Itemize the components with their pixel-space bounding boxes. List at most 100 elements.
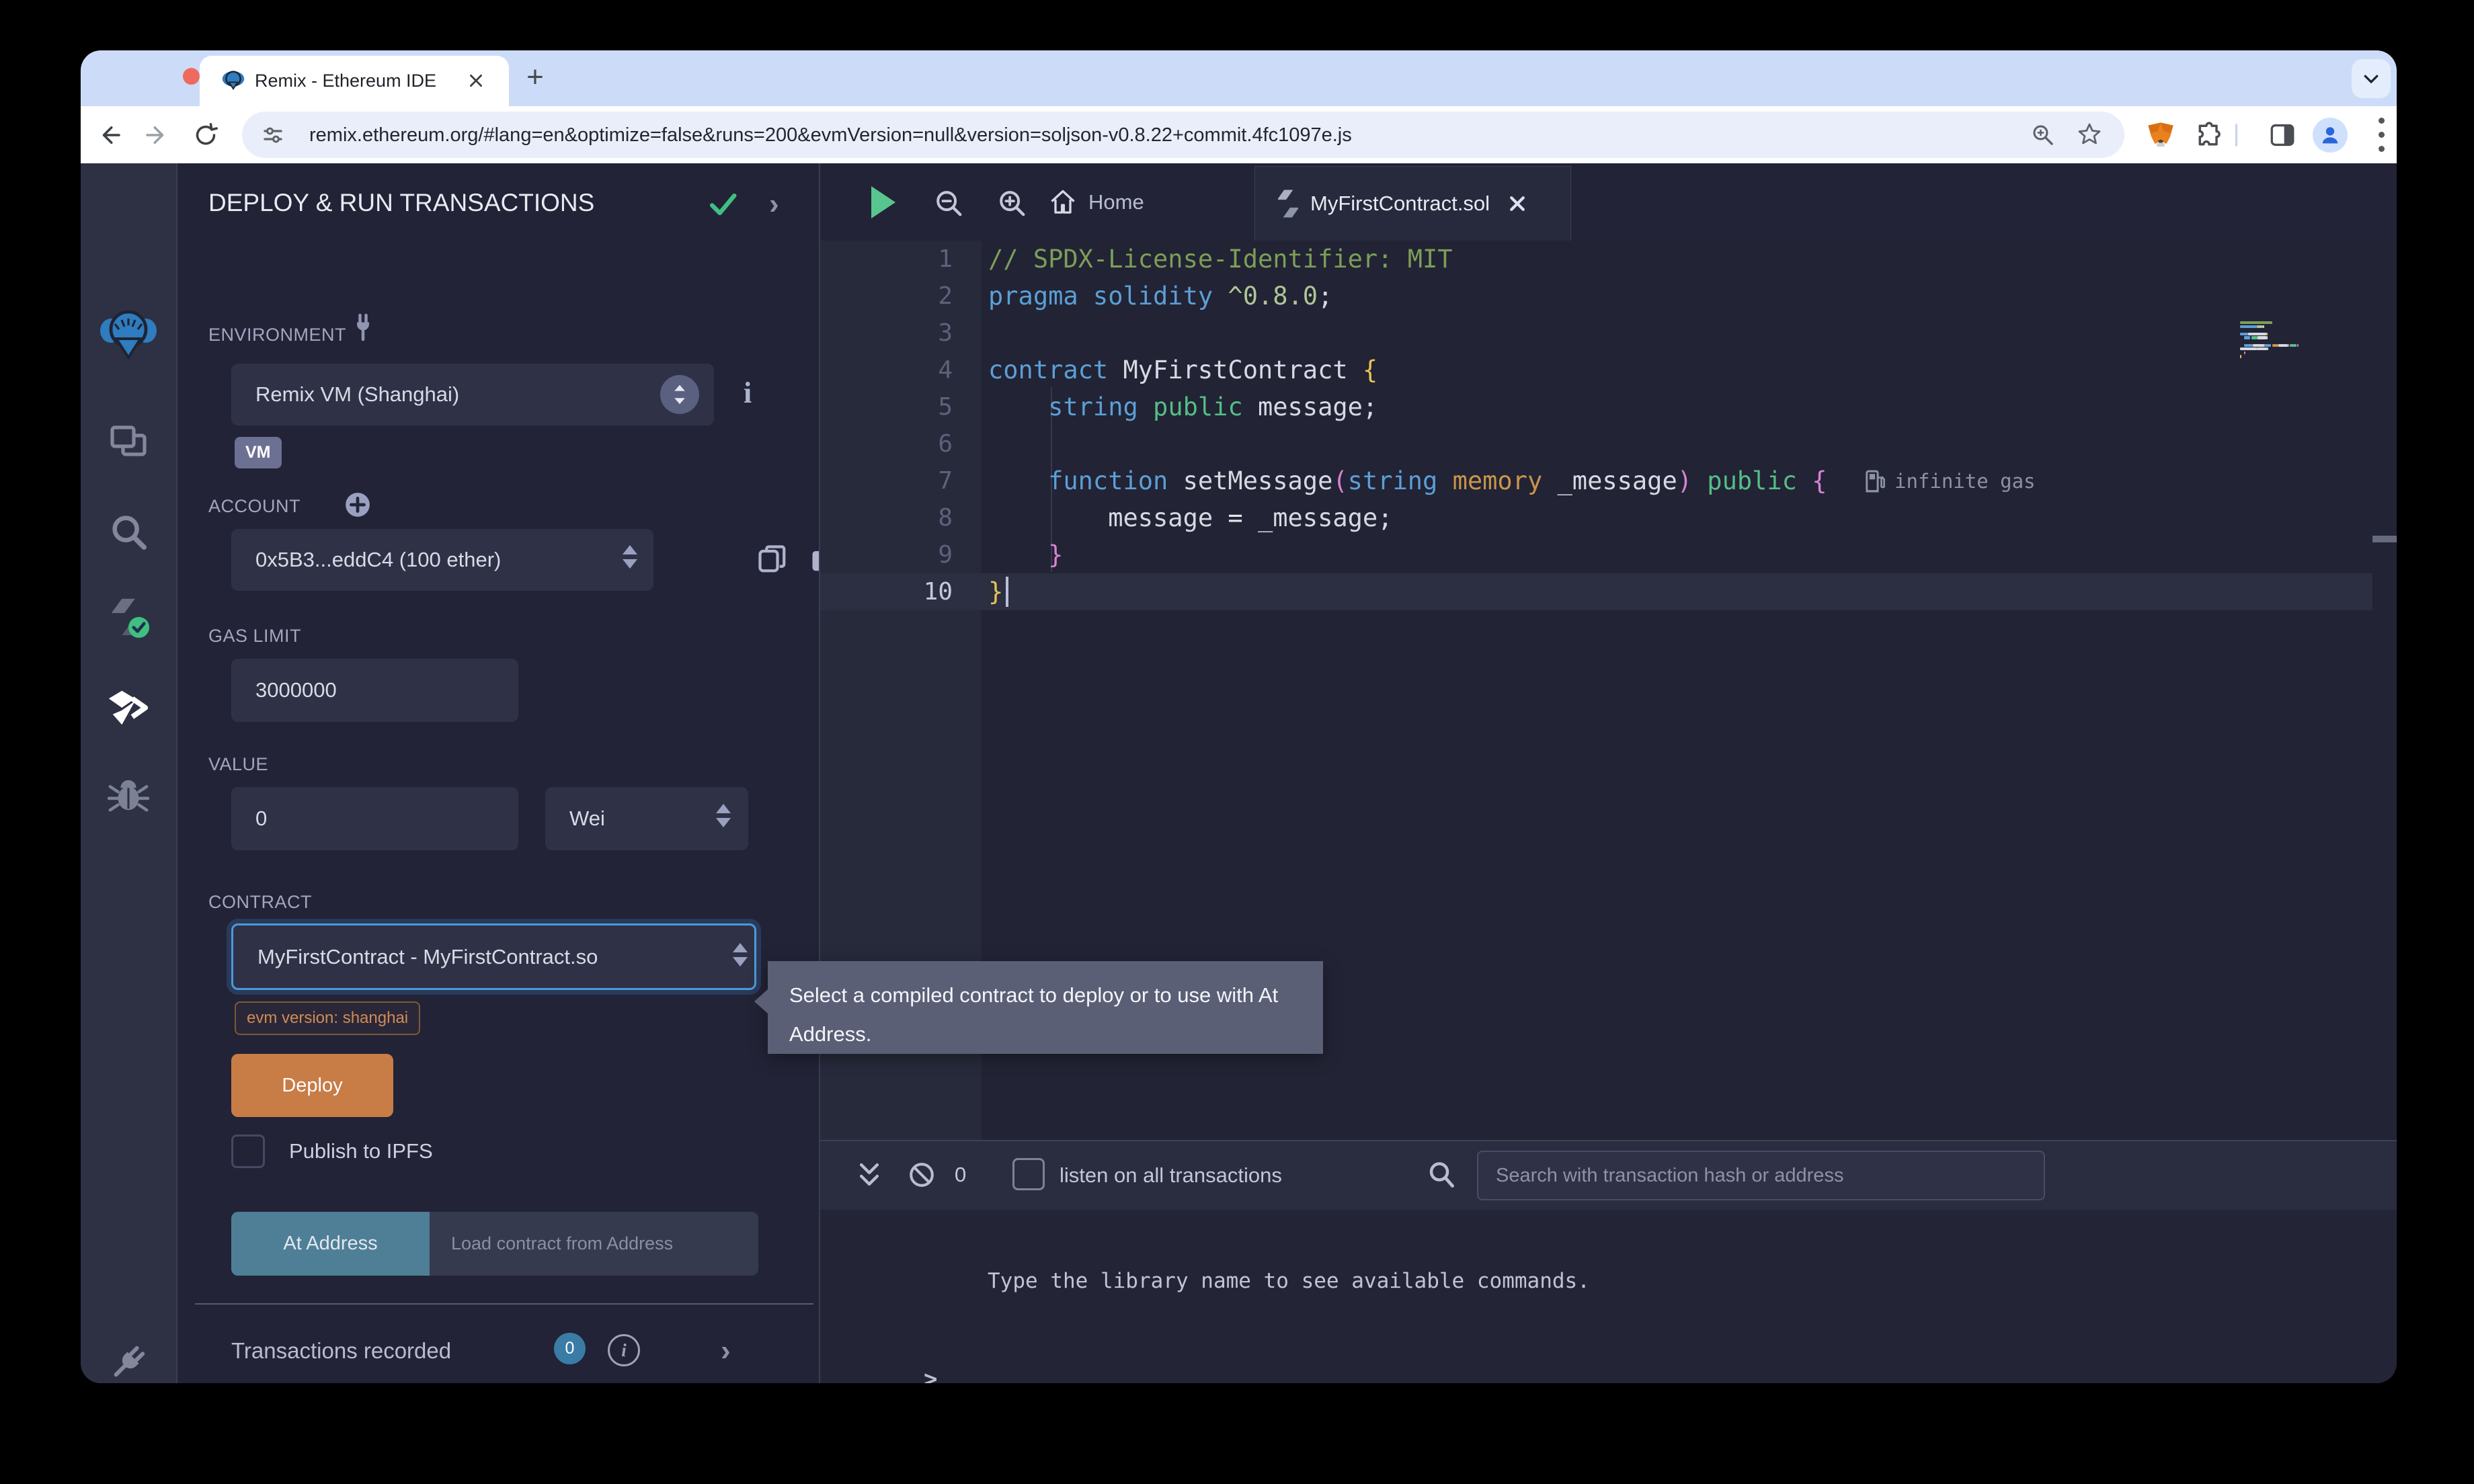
tab-file-label: MyFirstContract.sol: [1310, 192, 1490, 216]
line-number: 10: [820, 573, 953, 610]
at-address-button[interactable]: At Address: [231, 1212, 430, 1276]
transactions-label: Transactions recorded: [231, 1338, 451, 1364]
tab-search-button[interactable]: [2352, 59, 2391, 98]
environment-stepper[interactable]: [660, 375, 699, 414]
tab-home[interactable]: Home: [1048, 163, 1144, 241]
transactions-info-icon[interactable]: i: [608, 1334, 640, 1366]
panel-title: DEPLOY & RUN TRANSACTIONS: [208, 189, 594, 217]
value-unit-select[interactable]: Wei: [545, 787, 748, 850]
listen-transactions-checkbox[interactable]: [1012, 1158, 1045, 1190]
browser-menu-button[interactable]: [2361, 106, 2397, 163]
deploy-panel: DEPLOY & RUN TRANSACTIONS › ENVIRONMENT …: [177, 163, 819, 1383]
add-account-icon[interactable]: [343, 490, 372, 520]
zoom-in-icon[interactable]: [996, 188, 1027, 218]
transactions-count-badge: 0: [554, 1333, 586, 1364]
account-stepper[interactable]: [623, 545, 637, 569]
code-text: }: [988, 573, 1003, 610]
listen-transactions-label: listen on all transactions: [1060, 1163, 1282, 1188]
browser-toolbar: remix.ethereum.org/#lang=en&optimize=fal…: [81, 106, 2397, 163]
profile-button[interactable]: [2310, 106, 2350, 163]
sidebar-item-deploy-run[interactable]: [81, 671, 176, 745]
forward-arrow-icon: [144, 122, 171, 149]
code-row[interactable]: 7 function setMessage(string memory _mes…: [820, 462, 2397, 499]
side-panel-button[interactable]: [2262, 106, 2303, 163]
bookmark-star-icon[interactable]: [2076, 121, 2103, 148]
code-row[interactable]: 6: [820, 425, 2397, 462]
plug-small-icon[interactable]: [347, 310, 379, 345]
extensions-button[interactable]: [2189, 106, 2229, 163]
publish-ipfs-checkbox[interactable]: [231, 1135, 265, 1168]
code-row[interactable]: 3: [820, 315, 2397, 352]
editor-scrollbar-marker[interactable]: [2372, 536, 2397, 542]
clear-console-icon[interactable]: [906, 1159, 937, 1190]
collapse-terminal-icon[interactable]: [855, 1161, 883, 1191]
tab-myfirstcontract[interactable]: MyFirstContract.sol: [1254, 166, 1571, 241]
tab-close-icon[interactable]: [1507, 194, 1527, 214]
account-select[interactable]: 0x5B3...eddC4 (100 ether): [231, 529, 653, 591]
line-number: 2: [820, 278, 953, 315]
solidity-file-icon: [1278, 189, 1298, 218]
sidebar-item-debugger[interactable]: [81, 757, 176, 831]
minimap-line: [2240, 325, 2257, 328]
code-text: function setMessage(string memory _messa…: [988, 462, 1827, 499]
sidebar-item-search[interactable]: [81, 495, 176, 569]
code-row[interactable]: 5 string public message;: [820, 388, 2397, 425]
address-bar[interactable]: remix.ethereum.org/#lang=en&optimize=fal…: [242, 112, 2124, 158]
terminal-search-input[interactable]: [1478, 1152, 2061, 1199]
environment-select[interactable]: Remix VM (Shanghai): [231, 364, 714, 425]
remix-logo[interactable]: [81, 298, 176, 372]
files-icon: [107, 419, 150, 462]
at-address-field: [430, 1212, 758, 1276]
transactions-expand-chevron[interactable]: ›: [721, 1341, 731, 1361]
sidebar-item-file-explorer[interactable]: [81, 404, 176, 478]
minimap-line: [2240, 333, 2248, 335]
value-input[interactable]: [231, 807, 518, 831]
contract-select-tooltip: Select a compiled contract to deploy or …: [768, 961, 1323, 1054]
terminal-message: Type the library name to see available c…: [988, 1269, 1590, 1293]
code-row[interactable]: 1// SPDX-License-Identifier: MIT: [820, 241, 2397, 278]
environment-value: Remix VM (Shanghai): [231, 382, 459, 407]
site-settings-icon[interactable]: [261, 123, 285, 147]
close-window-button[interactable]: [183, 68, 200, 85]
code-row[interactable]: 2pragma solidity ^0.8.0;: [820, 278, 2397, 315]
url-text[interactable]: remix.ethereum.org/#lang=en&optimize=fal…: [309, 124, 1352, 147]
copy-account-icon[interactable]: [756, 541, 791, 579]
reload-button[interactable]: [186, 106, 226, 163]
contract-stepper[interactable]: [733, 943, 748, 966]
value-unit-stepper[interactable]: [716, 804, 731, 827]
gas-estimate-annotation: infinite gas: [1864, 462, 2036, 499]
panel-collapse-chevron[interactable]: ›: [769, 194, 779, 214]
minimap-line: [2253, 344, 2264, 347]
run-script-play-icon[interactable]: [867, 183, 900, 221]
sidebar-item-solidity-compiler[interactable]: [81, 580, 176, 654]
metamask-extension-button[interactable]: [2141, 106, 2181, 163]
minimap-line: [2244, 352, 2245, 354]
tab-strip: Remix - Ethereum IDE +: [81, 50, 2397, 106]
tab-close-icon[interactable]: [467, 72, 485, 89]
environment-info-icon[interactable]: i: [744, 376, 752, 410]
toolbar-divider: [2235, 124, 2237, 147]
code-row[interactable]: 8 message = _message;: [820, 499, 2397, 536]
back-button[interactable]: [89, 106, 129, 163]
minimap-line: [2257, 325, 2263, 328]
sidebar-item-plugin-manager[interactable]: [81, 1325, 176, 1383]
value-unit: Wei: [545, 807, 605, 831]
minimap[interactable]: [2240, 321, 2371, 1217]
terminal-output[interactable]: Type the library name to see available c…: [820, 1210, 2397, 1383]
zoom-out-icon[interactable]: [933, 188, 964, 218]
deploy-button[interactable]: Deploy: [231, 1054, 393, 1117]
search-icon: [108, 511, 149, 552]
minimap-line: [2240, 347, 2257, 350]
code-row[interactable]: 4contract MyFirstContract {: [820, 352, 2397, 388]
code-row[interactable]: 9 }: [820, 536, 2397, 573]
gas-limit-input[interactable]: [231, 678, 518, 702]
new-tab-button[interactable]: +: [519, 63, 551, 95]
forward-button[interactable]: [137, 106, 177, 163]
browser-tab[interactable]: Remix - Ethereum IDE: [200, 56, 509, 106]
at-address-input[interactable]: [430, 1212, 780, 1276]
line-number: 4: [820, 352, 953, 388]
code-row[interactable]: 10}: [820, 573, 2372, 610]
zoom-icon[interactable]: [2030, 122, 2056, 148]
gas-pump-icon: [1864, 468, 1886, 494]
contract-select[interactable]: MyFirstContract - MyFirstContract.so: [231, 923, 756, 990]
